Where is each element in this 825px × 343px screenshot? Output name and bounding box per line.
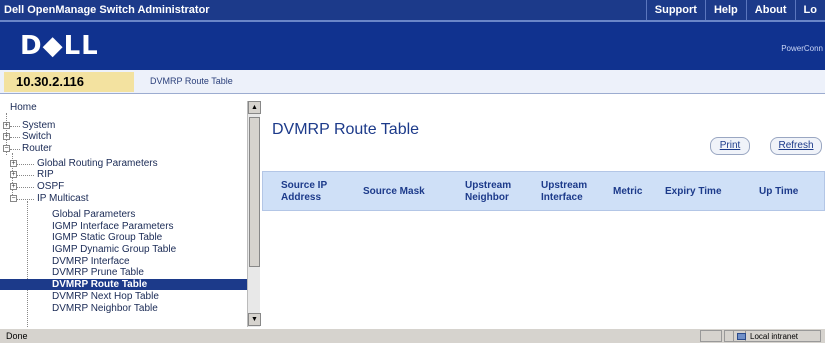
page-title: DVMRP Route Table [272, 121, 420, 138]
tree-item-igmp-static-group-table[interactable]: IGMP Static Group Table [52, 232, 162, 243]
expand-rip-icon[interactable]: + [10, 171, 17, 178]
breadcrumb[interactable]: DVMRP Route Table [150, 76, 233, 86]
tree-connector [14, 199, 34, 200]
tree-connector [14, 164, 34, 165]
refresh-button[interactable]: Refresh [770, 137, 822, 155]
logo-band: D◆LL PowerConn [0, 22, 825, 70]
tree-scrollbar[interactable]: ▲ ▼ [247, 101, 261, 327]
tree-item-igmp-interface-parameters[interactable]: IGMP Interface Parameters [52, 221, 174, 232]
location-bar: 10.30.2.116 DVMRP Route Table [0, 70, 825, 94]
logout-link[interactable]: Lo [794, 0, 825, 20]
security-zone: Local intranet [733, 330, 821, 342]
intranet-icon [737, 333, 746, 340]
tree-item-dvmrp-neighbor-table[interactable]: DVMRP Neighbor Table [52, 303, 158, 314]
tree-item-igmp-dynamic-group-table[interactable]: IGMP Dynamic Group Table [52, 244, 176, 255]
dell-logo: D◆LL [20, 31, 99, 61]
main-content: DVMRP Route Table Print Refresh Source I… [262, 101, 825, 327]
print-button[interactable]: Print [710, 137, 750, 155]
tree-connector [10, 126, 20, 127]
column-metric: Metric [613, 186, 643, 197]
tree-connector [10, 137, 20, 138]
tree-connector [27, 201, 28, 327]
tree-item-switch[interactable]: Switch [22, 131, 51, 142]
top-nav: Support Help About Lo [645, 0, 825, 20]
tree-connector [14, 187, 34, 188]
navigation-tree: + + − + + + − Home System Switch Router … [0, 101, 260, 327]
scroll-down-icon[interactable]: ▼ [248, 313, 261, 326]
tree-connector [14, 175, 34, 176]
column-source-mask: Source Mask [363, 186, 425, 197]
support-link[interactable]: Support [645, 0, 705, 20]
status-bar: Done Local intranet [0, 328, 825, 343]
column-source-ip-address: Source IP Address [281, 180, 327, 203]
route-table-header: Source IP Address Source Mask Upstream N… [262, 171, 825, 211]
tree-connector [10, 149, 20, 150]
collapse-ip-multicast-icon[interactable]: − [10, 195, 17, 202]
tree-item-router[interactable]: Router [22, 143, 52, 154]
app-title: Dell OpenManage Switch Administrator [4, 4, 210, 16]
help-link[interactable]: Help [704, 0, 746, 20]
tree-item-home[interactable]: Home [10, 102, 37, 113]
device-ip: 10.30.2.116 [4, 72, 134, 92]
column-up-time: Up Time [759, 186, 799, 197]
product-name: PowerConn [781, 44, 823, 53]
tree-item-dvmrp-route-table[interactable]: DVMRP Route Table [0, 279, 247, 290]
collapse-router-icon[interactable]: − [3, 145, 10, 152]
expand-system-icon[interactable]: + [3, 122, 10, 129]
zone-label: Local intranet [750, 332, 799, 341]
tree-item-system[interactable]: System [22, 120, 55, 131]
tree-item-global-parameters[interactable]: Global Parameters [52, 209, 135, 220]
status-text: Done [6, 331, 28, 341]
tree-item-rip[interactable]: RIP [37, 169, 54, 180]
tree-item-dvmrp-next-hop-table[interactable]: DVMRP Next Hop Table [52, 291, 159, 302]
tree-item-dvmrp-interface[interactable]: DVMRP Interface [52, 256, 130, 267]
status-pane [700, 330, 722, 342]
expand-switch-icon[interactable]: + [3, 133, 10, 140]
column-expiry-time: Expiry Time [665, 186, 722, 197]
tree-item-ip-multicast[interactable]: IP Multicast [37, 193, 89, 204]
about-link[interactable]: About [745, 0, 795, 20]
tree-item-ospf[interactable]: OSPF [37, 181, 64, 192]
expand-ospf-icon[interactable]: + [10, 183, 17, 190]
scroll-up-icon[interactable]: ▲ [248, 101, 261, 114]
tree-item-global-routing-parameters[interactable]: Global Routing Parameters [37, 158, 158, 169]
expand-global-routing-icon[interactable]: + [10, 160, 17, 167]
scroll-thumb[interactable] [249, 117, 260, 267]
tree-item-dvmrp-prune-table[interactable]: DVMRP Prune Table [52, 267, 144, 278]
column-upstream-interface: Upstream Interface [541, 180, 588, 203]
title-bar: Dell OpenManage Switch Administrator Sup… [0, 0, 825, 22]
column-upstream-neighbor: Upstream Neighbor [465, 180, 512, 203]
